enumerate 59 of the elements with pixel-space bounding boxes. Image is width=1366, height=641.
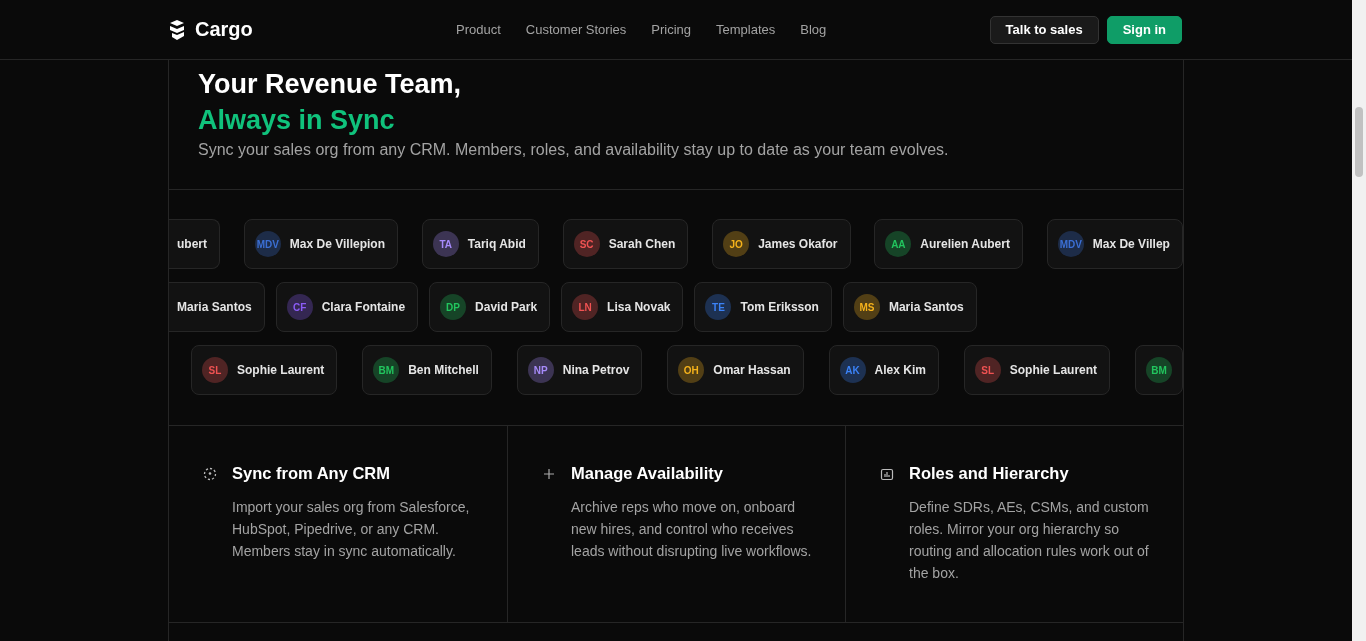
feature-title: Roles and Hierarchy bbox=[909, 464, 1070, 483]
member-name: Alex Kim bbox=[874, 363, 926, 377]
nav-link[interactable]: Pricing bbox=[651, 22, 692, 37]
member-name: Nina Petrov bbox=[562, 363, 630, 377]
member-initials: MS bbox=[859, 301, 875, 313]
hero-highlight: Always in Sync bbox=[198, 104, 396, 137]
member-name: Maria Santos bbox=[177, 300, 252, 314]
scrollbar-thumb[interactable] bbox=[1355, 107, 1363, 177]
logo-icon bbox=[168, 18, 187, 41]
member-initials: AK bbox=[845, 364, 860, 376]
member-initials: TE bbox=[712, 301, 725, 313]
member-name: Max De Villepion bbox=[289, 237, 385, 251]
member-name: Sarah Chen bbox=[608, 237, 676, 251]
member-initials: MDV bbox=[1059, 238, 1082, 250]
member-initials: NP bbox=[533, 364, 548, 376]
member-initials: SC bbox=[579, 238, 594, 250]
member-name: Lisa Novak bbox=[607, 300, 671, 314]
member-name: Tom Eriksson bbox=[740, 300, 819, 314]
member-name: Omar Hassan bbox=[713, 363, 791, 377]
brand-name[interactable]: Cargo bbox=[195, 18, 253, 41]
member-name: David Park bbox=[475, 300, 538, 314]
hero-subtitle: Sync your sales org from any CRM. Members, roles, and availability stay up to date as your team evolves. bbox=[198, 141, 950, 159]
member-initials: JO bbox=[729, 238, 743, 250]
sales-button[interactable]: Talk to sales bbox=[989, 15, 1099, 44]
member-initials: LN bbox=[578, 301, 592, 313]
nav-link[interactable]: Product bbox=[456, 22, 501, 37]
feature-title: Manage Availability bbox=[571, 464, 724, 483]
plus-icon bbox=[541, 466, 557, 482]
feature-description: Archive reps who move on, onboard new hires, and control who receives leads without disrupting live workflows. bbox=[571, 498, 813, 561]
member-name: Aurelien Aubert bbox=[920, 237, 1010, 251]
hero-title: Your Revenue Team, bbox=[198, 68, 463, 101]
scrollbar[interactable] bbox=[1352, 0, 1366, 641]
chart-icon bbox=[879, 466, 895, 482]
member-initials: DP bbox=[446, 301, 460, 313]
member-initials: SL bbox=[981, 364, 995, 376]
nav-link[interactable]: Blog bbox=[800, 22, 827, 37]
member-initials: BM bbox=[378, 364, 394, 376]
member-name: Max De Villep bbox=[1092, 237, 1170, 251]
feature-description: Define SDRs, AEs, CSMs, and custom roles. Mirror your org hierarchy so routing and allocation rules work out of the box. bbox=[909, 498, 1150, 583]
member-name: Maria Santos bbox=[888, 300, 964, 314]
member-initials: MDV bbox=[256, 238, 279, 250]
member-name: ubert bbox=[177, 237, 207, 251]
sync-icon bbox=[202, 466, 218, 482]
member-name: Sophie Laurent bbox=[1009, 363, 1098, 377]
member-initials: OH bbox=[683, 364, 699, 376]
member-initials: SL bbox=[208, 364, 222, 376]
member-name: James Okafor bbox=[758, 237, 838, 251]
feature-title: Sync from Any CRM bbox=[232, 464, 391, 483]
member-name: Clara Fontaine bbox=[321, 300, 406, 314]
nav-link[interactable]: Templates bbox=[716, 22, 776, 37]
member-name: Tariq Abid bbox=[467, 237, 526, 251]
member-name: Ben Mitchell bbox=[408, 363, 479, 377]
member-name: Sophie Laurent bbox=[237, 363, 325, 377]
feature-description: Import your sales org from Salesforce, HubSpot, Pipedrive, or any CRM. Members stay in sync automatically. bbox=[232, 498, 471, 561]
member-initials: BM bbox=[1151, 364, 1167, 376]
member-initials: AA bbox=[891, 238, 906, 250]
member-initials: TA bbox=[439, 238, 453, 250]
member-initials: CF bbox=[293, 301, 307, 313]
nav-link[interactable]: Customer Stories bbox=[525, 22, 627, 37]
